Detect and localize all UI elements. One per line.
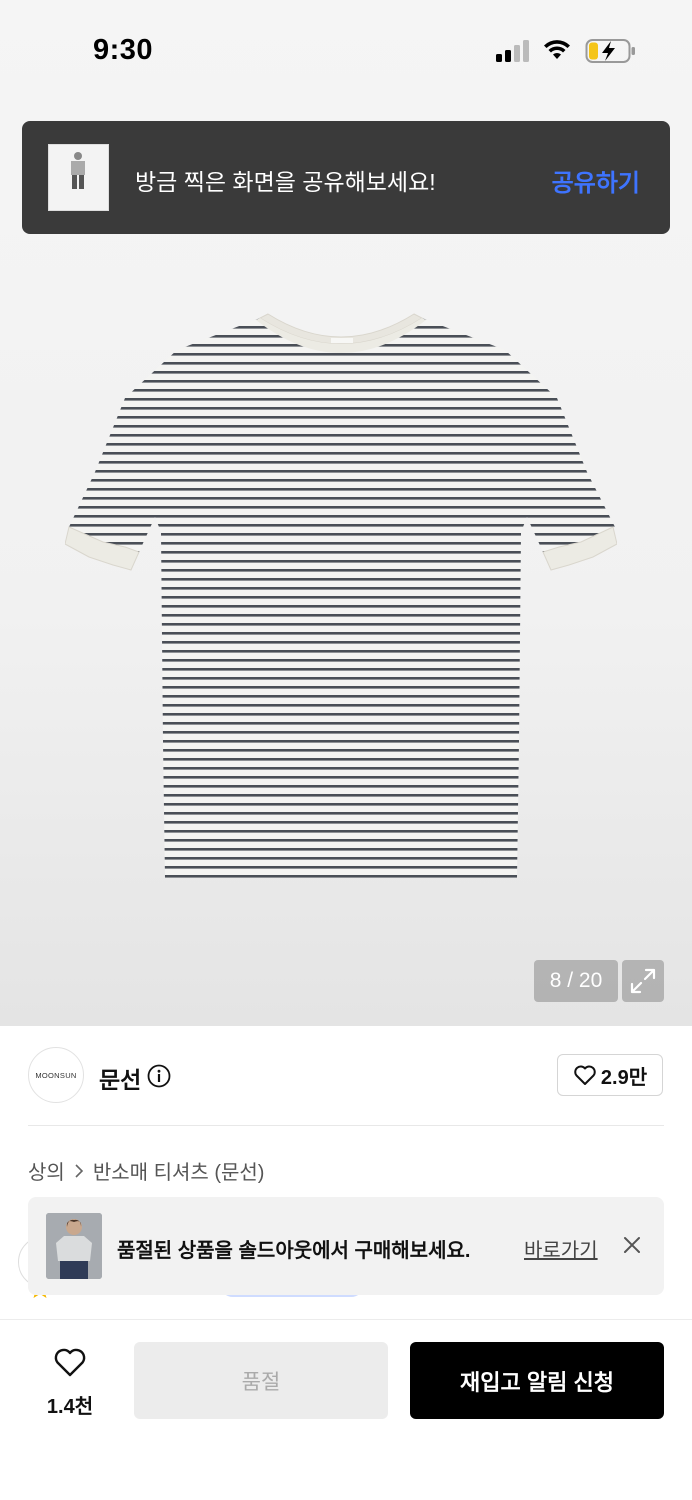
divider (28, 1125, 664, 1126)
status-time: 9:30 (93, 34, 154, 66)
cellular-signal-icon (496, 40, 529, 62)
expand-icon (630, 968, 656, 994)
battery-charging-icon (585, 39, 635, 63)
product-image (65, 313, 617, 878)
share-toast[interactable]: 방금 찍은 화면을 공유해보세요! 공유하기 (22, 121, 670, 234)
wifi-icon (544, 40, 570, 59)
status-bar: 9:30 (0, 0, 692, 100)
brand-like-count: 2.9만 (600, 1066, 648, 1089)
bottom-action-bar: 1.4천 품절 재입고 알림 신청 (0, 1319, 692, 1500)
image-pager: 8 / 20 (534, 960, 618, 1002)
wishlist-count: 1.4천 (46, 1396, 94, 1418)
model-thumbnail-icon (71, 152, 85, 189)
heart-icon (54, 1348, 86, 1377)
breadcrumb: 상의 반소매 티셔츠 (문선) (28, 1156, 264, 1185)
screenshot-thumbnail[interactable] (48, 144, 109, 211)
wishlist-button[interactable]: 1.4천 (28, 1344, 112, 1424)
restock-alert-button[interactable]: 재입고 알림 신청 (410, 1342, 664, 1419)
breadcrumb-category[interactable]: 상의 (28, 1156, 65, 1185)
close-icon[interactable] (622, 1235, 642, 1255)
soldout-banner-message: 품절된 상품을 솔드아웃에서 구매해보세요. (117, 1240, 471, 1262)
soldout-banner-link[interactable]: 바로가기 (524, 1234, 598, 1263)
expand-image-button[interactable] (622, 960, 664, 1002)
brand-logo[interactable]: MOONSUN (28, 1047, 84, 1103)
soldout-banner[interactable]: 품절된 상품을 솔드아웃에서 구매해보세요. 바로가기 (28, 1197, 664, 1295)
brand-name[interactable]: 문선 (99, 1061, 141, 1095)
soldout-button: 품절 (134, 1342, 388, 1419)
info-icon[interactable] (147, 1064, 171, 1088)
share-button[interactable]: 공유하기 (552, 163, 640, 198)
brand-row[interactable]: MOONSUN 문선 2.9만 (0, 1026, 692, 1126)
share-toast-message: 방금 찍은 화면을 공유해보세요! (135, 169, 436, 195)
model-photo-icon (46, 1213, 102, 1279)
product-image-area[interactable]: 9:30 방금 찍은 화면을 공유해보세요! 공유하기 8 / 20 (0, 0, 692, 1026)
heart-icon (574, 1065, 596, 1085)
chevron-right-icon (75, 1163, 83, 1178)
brand-like-button[interactable]: 2.9만 (557, 1054, 663, 1096)
soldout-thumbnail (46, 1213, 102, 1279)
breadcrumb-subcategory[interactable]: 반소매 티셔츠 (문선) (93, 1156, 265, 1185)
